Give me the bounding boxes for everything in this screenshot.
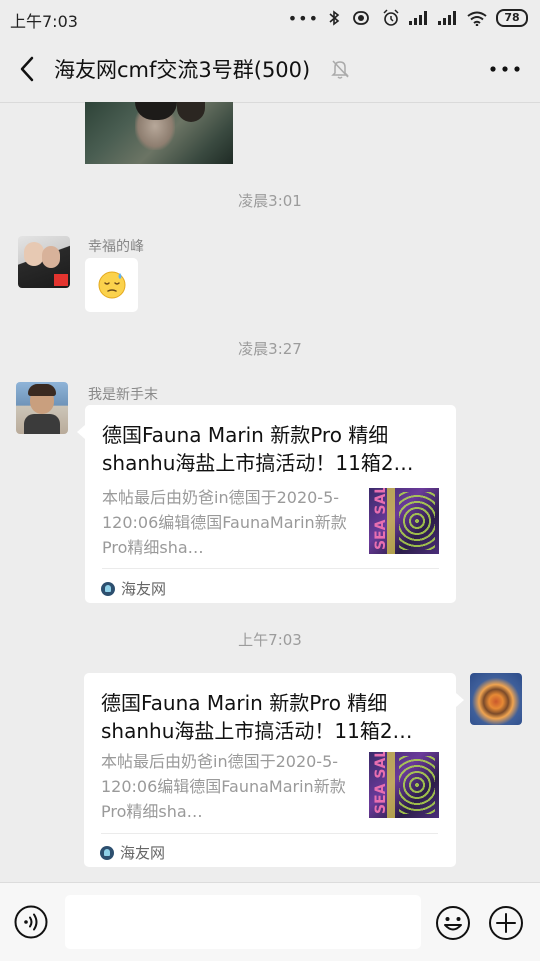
input-bar bbox=[0, 882, 540, 961]
card-description: 本帖最后由奶爸in德国于2020-5-120:06编辑德国FaunaMarin新… bbox=[101, 752, 346, 821]
flag-icon bbox=[54, 274, 68, 286]
photo-figure bbox=[177, 102, 205, 122]
card-title: 德国Fauna Marin 新款Pro 精细shanhu海盐上市搞活动！11箱2… bbox=[101, 691, 413, 743]
signal-icon bbox=[409, 11, 427, 25]
link-card[interactable]: 德国Fauna Marin 新款Pro 精细shanhu海盐上市搞活动！11箱2… bbox=[77, 405, 456, 603]
vibrate-icon bbox=[353, 11, 369, 25]
chat-area[interactable]: 凌晨3:01 幸福的峰 凌晨3:27 我是新手末 德国Fauna Marin 新… bbox=[0, 102, 540, 882]
card-source: 海友网 bbox=[101, 578, 166, 599]
card-thumbnail: SEA SALT bbox=[369, 488, 439, 554]
site-logo-icon bbox=[101, 581, 115, 596]
timestamp: 凌晨3:27 bbox=[238, 340, 302, 358]
sender-name: 我是新手末 bbox=[88, 387, 158, 403]
plus-button[interactable] bbox=[488, 905, 524, 941]
emoji-message[interactable] bbox=[85, 258, 138, 312]
timestamp: 凌晨3:01 bbox=[238, 192, 302, 210]
more-button[interactable] bbox=[488, 58, 522, 80]
link-card[interactable]: 德国Fauna Marin 新款Pro 精细shanhu海盐上市搞活动！11箱2… bbox=[84, 673, 464, 867]
card-divider bbox=[101, 833, 438, 834]
chat-header: 海友网cmf交流3号群(500) bbox=[0, 36, 540, 103]
thumb-text: SEA SALT bbox=[373, 488, 389, 550]
card-description: 本帖最后由奶爸in德国于2020-5-120:06编辑德国FaunaMarin新… bbox=[102, 488, 347, 557]
signal-icon bbox=[438, 11, 456, 25]
card-title: 德国Fauna Marin 新款Pro 精细shanhu海盐上市搞活动！11箱2… bbox=[102, 423, 414, 475]
sleepy-face-emoji-icon bbox=[98, 271, 125, 299]
card-thumbnail: SEA SALT bbox=[369, 752, 439, 818]
card-divider bbox=[102, 568, 439, 569]
wifi-icon bbox=[467, 11, 487, 26]
card-source-name: 海友网 bbox=[120, 844, 166, 862]
card-source-name: 海友网 bbox=[121, 580, 167, 598]
message-input[interactable] bbox=[65, 895, 421, 949]
avatar-self[interactable] bbox=[470, 673, 522, 725]
avatar[interactable] bbox=[18, 236, 70, 288]
site-logo-icon bbox=[100, 845, 114, 860]
dots-icon: ••• bbox=[287, 8, 319, 28]
chat-title[interactable]: 海友网cmf交流3号群(500) bbox=[54, 54, 310, 84]
bluetooth-icon bbox=[329, 10, 340, 26]
card-source: 海友网 bbox=[100, 842, 165, 863]
status-bar: 上午7:03 ••• 78 bbox=[0, 0, 540, 36]
thumb-text: SEA SALT bbox=[373, 752, 389, 814]
avatar[interactable] bbox=[16, 382, 68, 434]
status-time: 上午7:03 bbox=[10, 12, 78, 31]
back-button[interactable] bbox=[14, 54, 42, 84]
status-icons: ••• 78 bbox=[288, 8, 528, 28]
emoji-button[interactable] bbox=[435, 905, 471, 941]
bell-off-icon bbox=[331, 60, 349, 79]
image-message[interactable] bbox=[85, 102, 233, 164]
battery-icon: 78 bbox=[496, 9, 528, 27]
timestamp: 上午7:03 bbox=[238, 631, 302, 649]
alarm-icon bbox=[383, 9, 399, 26]
sender-name: 幸福的峰 bbox=[88, 239, 144, 255]
voice-button[interactable] bbox=[14, 905, 48, 939]
